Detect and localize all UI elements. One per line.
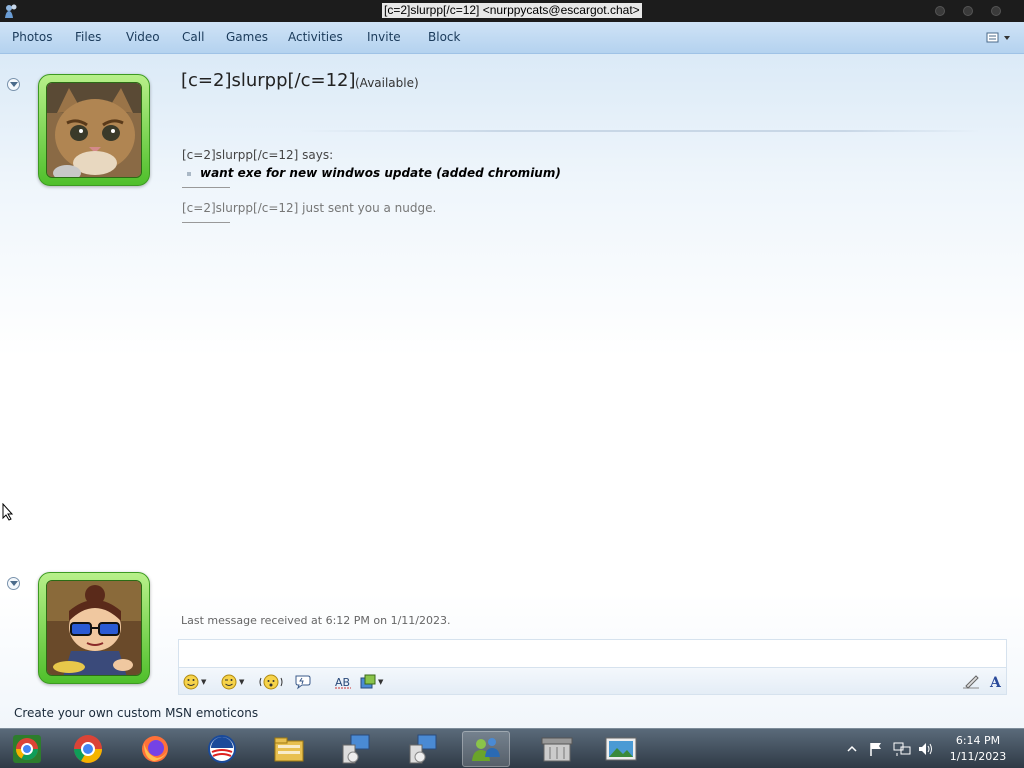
firefox-icon: [142, 736, 168, 762]
message-separator: [182, 222, 230, 223]
message-input[interactable]: [178, 639, 1007, 667]
taskbar-chromium[interactable]: [3, 731, 51, 767]
chevron-down-icon: [10, 82, 18, 87]
message-text: want exe for new windwos update (added c…: [200, 166, 561, 180]
menu-games[interactable]: Games: [226, 30, 268, 44]
obama-logo-icon: [208, 735, 236, 763]
menu-options-icon: [986, 32, 1010, 43]
taskbar-network-setup-1[interactable]: [332, 731, 380, 767]
conversation-pane: [0, 54, 1024, 728]
archive-icon: [541, 737, 573, 762]
messenger-app-icon: [5, 4, 17, 18]
mouse-cursor-icon: [2, 503, 14, 521]
contact-status: (Available): [355, 76, 419, 90]
dropdown-arrow-icon: ▼: [201, 678, 207, 686]
collapse-my-picture-button[interactable]: [7, 577, 20, 590]
contact-avatar[interactable]: [38, 74, 150, 186]
cartoon-character-picture: [46, 580, 142, 676]
messenger-icon: [472, 738, 500, 761]
nudge-icon: [259, 674, 283, 690]
maximize-button[interactable]: [963, 6, 973, 16]
show-menu-button[interactable]: [986, 30, 1012, 46]
menu-activities[interactable]: Activities: [288, 30, 343, 44]
taskbar-file-explorer[interactable]: [265, 731, 313, 767]
promo-link[interactable]: Create your own custom MSN emoticons: [14, 706, 258, 720]
window-title: [c=2]slurpp[/c=12] <nurppycats@escargot.…: [382, 3, 642, 18]
collapse-contact-picture-button[interactable]: [7, 78, 20, 91]
header-divider: [300, 130, 980, 132]
message-separator: [182, 187, 230, 188]
title-bar: [c=2]slurpp[/c=12] <nurppycats@escargot.…: [0, 0, 1024, 22]
menu-photos[interactable]: Photos: [12, 30, 52, 44]
chrome-icon: [74, 735, 102, 763]
menu-block[interactable]: Block: [428, 30, 460, 44]
close-button[interactable]: [991, 6, 1001, 16]
taskbar-archive[interactable]: [533, 731, 581, 767]
taskbar: 6:14 PM 1/11/2023: [0, 728, 1024, 768]
picture-viewer-icon: [605, 737, 637, 761]
dropdown-arrow-icon: ▼: [239, 678, 245, 686]
volume-control[interactable]: [917, 729, 935, 768]
spellcheck-button[interactable]: AB: [334, 674, 352, 690]
clock-time: 6:14 PM: [955, 734, 1001, 747]
svg-text:A: A: [989, 675, 1002, 690]
compose-toolbar: ▼ ▼ AB ▼ A: [178, 667, 1007, 695]
menu-bar: Photos Files Video Call Games Activities…: [0, 22, 1024, 54]
my-avatar[interactable]: [38, 572, 150, 684]
taskbar-messenger[interactable]: [462, 731, 510, 767]
show-hidden-icons-icon[interactable]: [846, 743, 858, 755]
chevron-down-icon: [10, 581, 18, 586]
system-tray: [846, 729, 858, 768]
clock-date: 1/11/2023: [949, 750, 1007, 763]
minimize-button[interactable]: [935, 6, 945, 16]
chromium-icon: [13, 735, 41, 763]
taskbar-picture-viewer[interactable]: [597, 731, 645, 767]
emoticon-icon: [183, 674, 199, 690]
taskbar-chrome[interactable]: [64, 731, 112, 767]
handwriting-button[interactable]: [962, 674, 980, 690]
font-icon: A: [989, 675, 1002, 690]
message-sender: [c=2]slurpp[/c=12] says:: [182, 148, 334, 162]
contact-name: [c=2]slurpp[/c=12]: [181, 70, 356, 91]
taskbar-network-setup-2[interactable]: [399, 731, 447, 767]
wink-button[interactable]: ▼: [221, 674, 244, 690]
network-status[interactable]: [893, 729, 911, 768]
wink-icon: [221, 674, 237, 690]
menu-video[interactable]: Video: [126, 30, 160, 44]
menu-files[interactable]: Files: [75, 30, 101, 44]
taskbar-firefox[interactable]: [131, 731, 179, 767]
menu-call[interactable]: Call: [182, 30, 204, 44]
network-setup-icon: [342, 734, 370, 764]
dropdown-arrow-icon: ▼: [378, 678, 384, 686]
voice-clip-button[interactable]: [294, 674, 312, 690]
network-icon: [893, 742, 911, 756]
svg-text:AB: AB: [335, 676, 350, 689]
nudge-notice: [c=2]slurpp[/c=12] just sent you a nudge…: [182, 201, 437, 215]
menu-invite[interactable]: Invite: [367, 30, 401, 44]
speaker-icon: [919, 743, 932, 755]
taskbar-obama-logo[interactable]: [198, 731, 246, 767]
message-bullet: [187, 172, 191, 176]
action-center[interactable]: [868, 729, 884, 768]
network-setup-icon: [409, 734, 437, 764]
emoticon-button[interactable]: ▼: [183, 674, 206, 690]
flag-icon: [870, 743, 881, 756]
last-message-time: Last message received at 6:12 PM on 1/11…: [181, 614, 451, 627]
voice-clip-icon: [295, 675, 311, 690]
background-button[interactable]: ▼: [360, 674, 383, 690]
taskbar-clock[interactable]: 6:14 PM 1/11/2023: [946, 733, 1010, 765]
font-button[interactable]: A: [989, 674, 1003, 690]
kitten-photo: [46, 82, 142, 178]
handwriting-icon: [963, 675, 979, 689]
spellcheck-icon: AB: [335, 676, 351, 689]
nudge-button[interactable]: [259, 674, 283, 690]
file-explorer-icon: [274, 737, 304, 762]
background-icon: [360, 674, 376, 689]
